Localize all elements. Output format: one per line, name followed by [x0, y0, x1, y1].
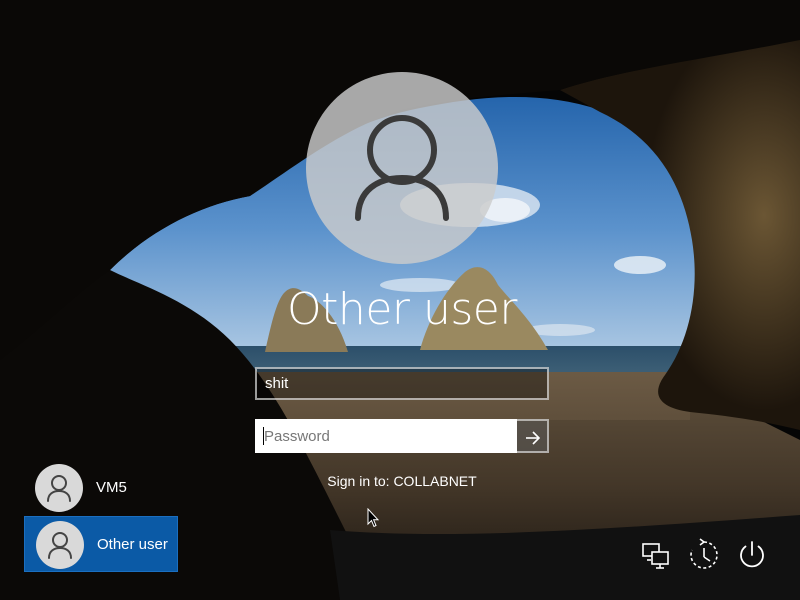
user-icon: [47, 475, 71, 502]
network-icon: [642, 543, 669, 569]
user-name: Other user: [97, 536, 168, 553]
user-icon: [355, 115, 449, 221]
password-input[interactable]: [255, 419, 517, 453]
network-button[interactable]: [638, 537, 674, 573]
avatar: [35, 464, 83, 512]
lock-screen: Other user shit Sign in to: COLLABNET VM…: [0, 0, 800, 600]
user-tile-other-user[interactable]: Other user: [24, 516, 178, 572]
power-icon: [740, 541, 764, 568]
avatar: [36, 521, 84, 569]
power-button[interactable]: [734, 537, 770, 573]
user-list: VM5 Other user: [24, 460, 178, 572]
password-row: [255, 419, 549, 453]
user-tile-vm5[interactable]: VM5: [24, 460, 178, 516]
user-avatar-large: [306, 72, 498, 264]
ease-of-access-icon: [690, 538, 718, 569]
mouse-cursor-icon: [367, 508, 379, 528]
username-field[interactable]: shit: [255, 367, 549, 400]
submit-button[interactable]: [517, 419, 549, 453]
arrow-right-icon: [526, 431, 541, 445]
ease-of-access-button[interactable]: [686, 537, 722, 573]
user-title: Other user: [287, 284, 517, 335]
sign-in-domain: Sign in to: COLLABNET: [327, 473, 477, 489]
text-caret: [263, 427, 264, 445]
user-icon: [48, 532, 72, 559]
user-name: VM5: [96, 479, 127, 496]
